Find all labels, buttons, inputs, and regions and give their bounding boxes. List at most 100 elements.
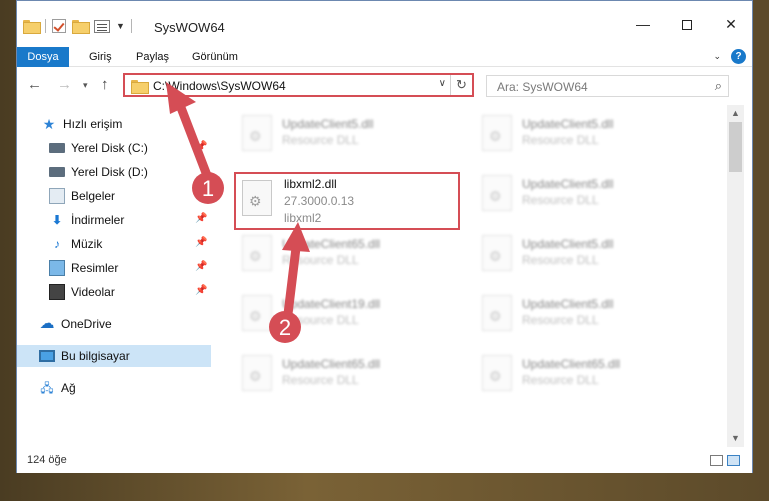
search-placeholder: Ara: SysWOW64 — [497, 80, 588, 94]
dll-file-icon — [482, 115, 512, 151]
pin-icon[interactable]: 📌 — [195, 213, 207, 224]
sidebar-item-videos[interactable]: Videolar 📌 — [17, 281, 211, 303]
music-icon: ♪ — [54, 237, 60, 251]
sidebar-item-onedrive[interactable]: ☁ OneDrive — [17, 313, 211, 335]
file-item[interactable]: UpdateClient5.dll Resource DLL — [474, 231, 699, 281]
folder-icon — [131, 80, 149, 94]
sidebar-item-music[interactable]: ♪ Müzik 📌 — [17, 233, 211, 255]
pin-icon[interactable]: 📌 — [195, 237, 207, 248]
sidebar-item-downloads[interactable]: ⬇ İndirmeler 📌 — [17, 209, 211, 231]
quick-access-toolbar: ▼ — [23, 19, 132, 34]
search-icon[interactable]: ⌕ — [715, 78, 722, 94]
tab-file[interactable]: Dosya — [17, 47, 69, 67]
folder-icon[interactable] — [23, 20, 41, 34]
file-item[interactable]: UpdateClient5.dll Resource DLL — [474, 111, 699, 161]
tab-share[interactable]: Paylaş — [126, 47, 179, 67]
tab-home[interactable]: Giriş — [79, 47, 122, 67]
vertical-scrollbar[interactable]: ▲ ▼ — [727, 105, 744, 447]
dll-file-icon — [482, 355, 512, 391]
refresh-icon[interactable]: ↻ — [450, 75, 472, 95]
sidebar-item-network[interactable]: 🖧 Ağ — [17, 377, 211, 399]
close-button[interactable]: ✕ — [711, 11, 751, 37]
file-item[interactable]: UpdateClient5.dll Resource DLL — [474, 171, 699, 221]
sidebar-item-label: Müzik — [71, 237, 103, 251]
explorer-window: ▼ SysWOW64 — ✕ Dosya Giriş Paylaş Görünü… — [16, 0, 753, 473]
documents-icon — [49, 188, 65, 204]
search-input[interactable]: Ara: SysWOW64 ⌕ — [486, 75, 729, 97]
file-name: UpdateClient65.dll — [282, 237, 381, 251]
minimize-button[interactable]: — — [623, 11, 663, 37]
chevron-down-icon[interactable]: ∨ — [439, 78, 446, 89]
file-type: Resource DLL — [522, 253, 599, 267]
file-type: Resource DLL — [282, 373, 359, 387]
address-bar[interactable]: C:\Windows\SysWOW64 ∨ ↻ — [123, 73, 474, 97]
file-item[interactable]: UpdateClient5.dll Resource DLL — [234, 111, 459, 161]
checkbox-icon[interactable] — [52, 19, 66, 33]
dll-file-icon — [242, 295, 272, 331]
up-arrow-icon[interactable]: ↑ — [101, 76, 109, 93]
details-view-icon[interactable] — [710, 455, 723, 466]
title-bar: ▼ SysWOW64 — ✕ — [17, 1, 752, 47]
sidebar-item-local-disk-c[interactable]: Yerel Disk (C:) 📌 — [17, 137, 211, 159]
sidebar-item-label: OneDrive — [61, 317, 112, 331]
file-item-highlighted[interactable]: libxml2.dll 27.3000.0.13 libxml2 — [234, 172, 460, 230]
file-type: Resource DLL — [522, 133, 599, 147]
scroll-down-icon[interactable]: ▼ — [727, 430, 744, 447]
scroll-thumb[interactable] — [729, 122, 742, 172]
file-item[interactable]: UpdateClient65.dll Resource DLL — [234, 231, 459, 281]
file-name: UpdateClient65.dll — [522, 357, 621, 371]
file-type: Resource DLL — [522, 313, 599, 327]
sidebar-item-local-disk-d[interactable]: Yerel Disk (D:) — [17, 161, 211, 183]
file-item[interactable]: UpdateClient65.dll Resource DLL — [474, 351, 699, 401]
file-description: libxml2 — [284, 211, 322, 225]
item-count: 124 öğe — [27, 454, 67, 466]
file-item[interactable]: UpdateClient5.dll Resource DLL — [474, 291, 699, 341]
new-folder-icon[interactable] — [72, 20, 90, 34]
tab-view[interactable]: Görünüm — [182, 47, 248, 67]
navigation-bar: ← → ▾ ↑ C:\Windows\SysWOW64 ∨ ↻ Ara: Sys… — [17, 67, 752, 105]
forward-arrow-icon[interactable]: → — [57, 76, 72, 93]
view-buttons — [710, 455, 740, 466]
file-name: UpdateClient5.dll — [522, 297, 614, 311]
file-name: UpdateClient5.dll — [522, 237, 614, 251]
address-path[interactable]: C:\Windows\SysWOW64 — [153, 79, 286, 93]
expand-ribbon-icon[interactable]: ⌄ — [713, 51, 721, 62]
sidebar-item-label: Resimler — [71, 261, 119, 275]
scroll-up-icon[interactable]: ▲ — [727, 105, 744, 122]
file-name: UpdateClient65.dll — [282, 357, 381, 371]
help-icon[interactable]: ? — [731, 49, 746, 64]
customize-dropdown-icon[interactable]: ▼ — [116, 21, 125, 31]
drive-icon — [49, 143, 65, 153]
properties-icon[interactable] — [94, 19, 110, 33]
tiles-view-icon[interactable] — [727, 455, 740, 466]
dll-file-icon — [482, 295, 512, 331]
recent-locations-icon[interactable]: ▾ — [83, 80, 88, 91]
drive-icon — [49, 167, 65, 177]
file-name: libxml2.dll — [284, 177, 337, 191]
pin-icon[interactable]: 📌 — [195, 261, 207, 272]
star-icon: ★ — [42, 116, 56, 132]
file-item[interactable]: UpdateClient65.dll Resource DLL — [234, 351, 459, 401]
toolbar-separator — [45, 19, 46, 33]
status-bar: 124 öğe — [17, 447, 752, 473]
file-list: UpdateClient5.dll Resource DLL libxml2.d… — [211, 105, 727, 447]
maximize-button[interactable] — [667, 11, 707, 37]
dll-file-icon — [242, 115, 272, 151]
pin-icon[interactable]: 📌 — [195, 189, 207, 200]
sidebar-item-quick-access[interactable]: ★ Hızlı erişim — [17, 113, 211, 135]
pictures-icon — [49, 260, 65, 276]
file-name: UpdateClient5.dll — [282, 117, 374, 131]
dll-file-icon — [242, 355, 272, 391]
file-type: Resource DLL — [522, 373, 599, 387]
pin-icon[interactable]: 📌 — [195, 285, 207, 296]
dll-file-icon — [242, 235, 272, 271]
dll-file-icon — [242, 180, 272, 216]
file-item[interactable]: UpdateClient19.dll Resource DLL — [234, 291, 459, 341]
sidebar-item-documents[interactable]: Belgeler 📌 — [17, 185, 211, 207]
pin-icon[interactable]: 📌 — [195, 141, 207, 152]
dll-file-icon — [482, 175, 512, 211]
sidebar-item-this-pc[interactable]: Bu bilgisayar — [17, 345, 211, 367]
back-arrow-icon[interactable]: ← — [27, 76, 42, 93]
sidebar-item-pictures[interactable]: Resimler 📌 — [17, 257, 211, 279]
sidebar-item-label: Yerel Disk (C:) — [71, 141, 148, 155]
